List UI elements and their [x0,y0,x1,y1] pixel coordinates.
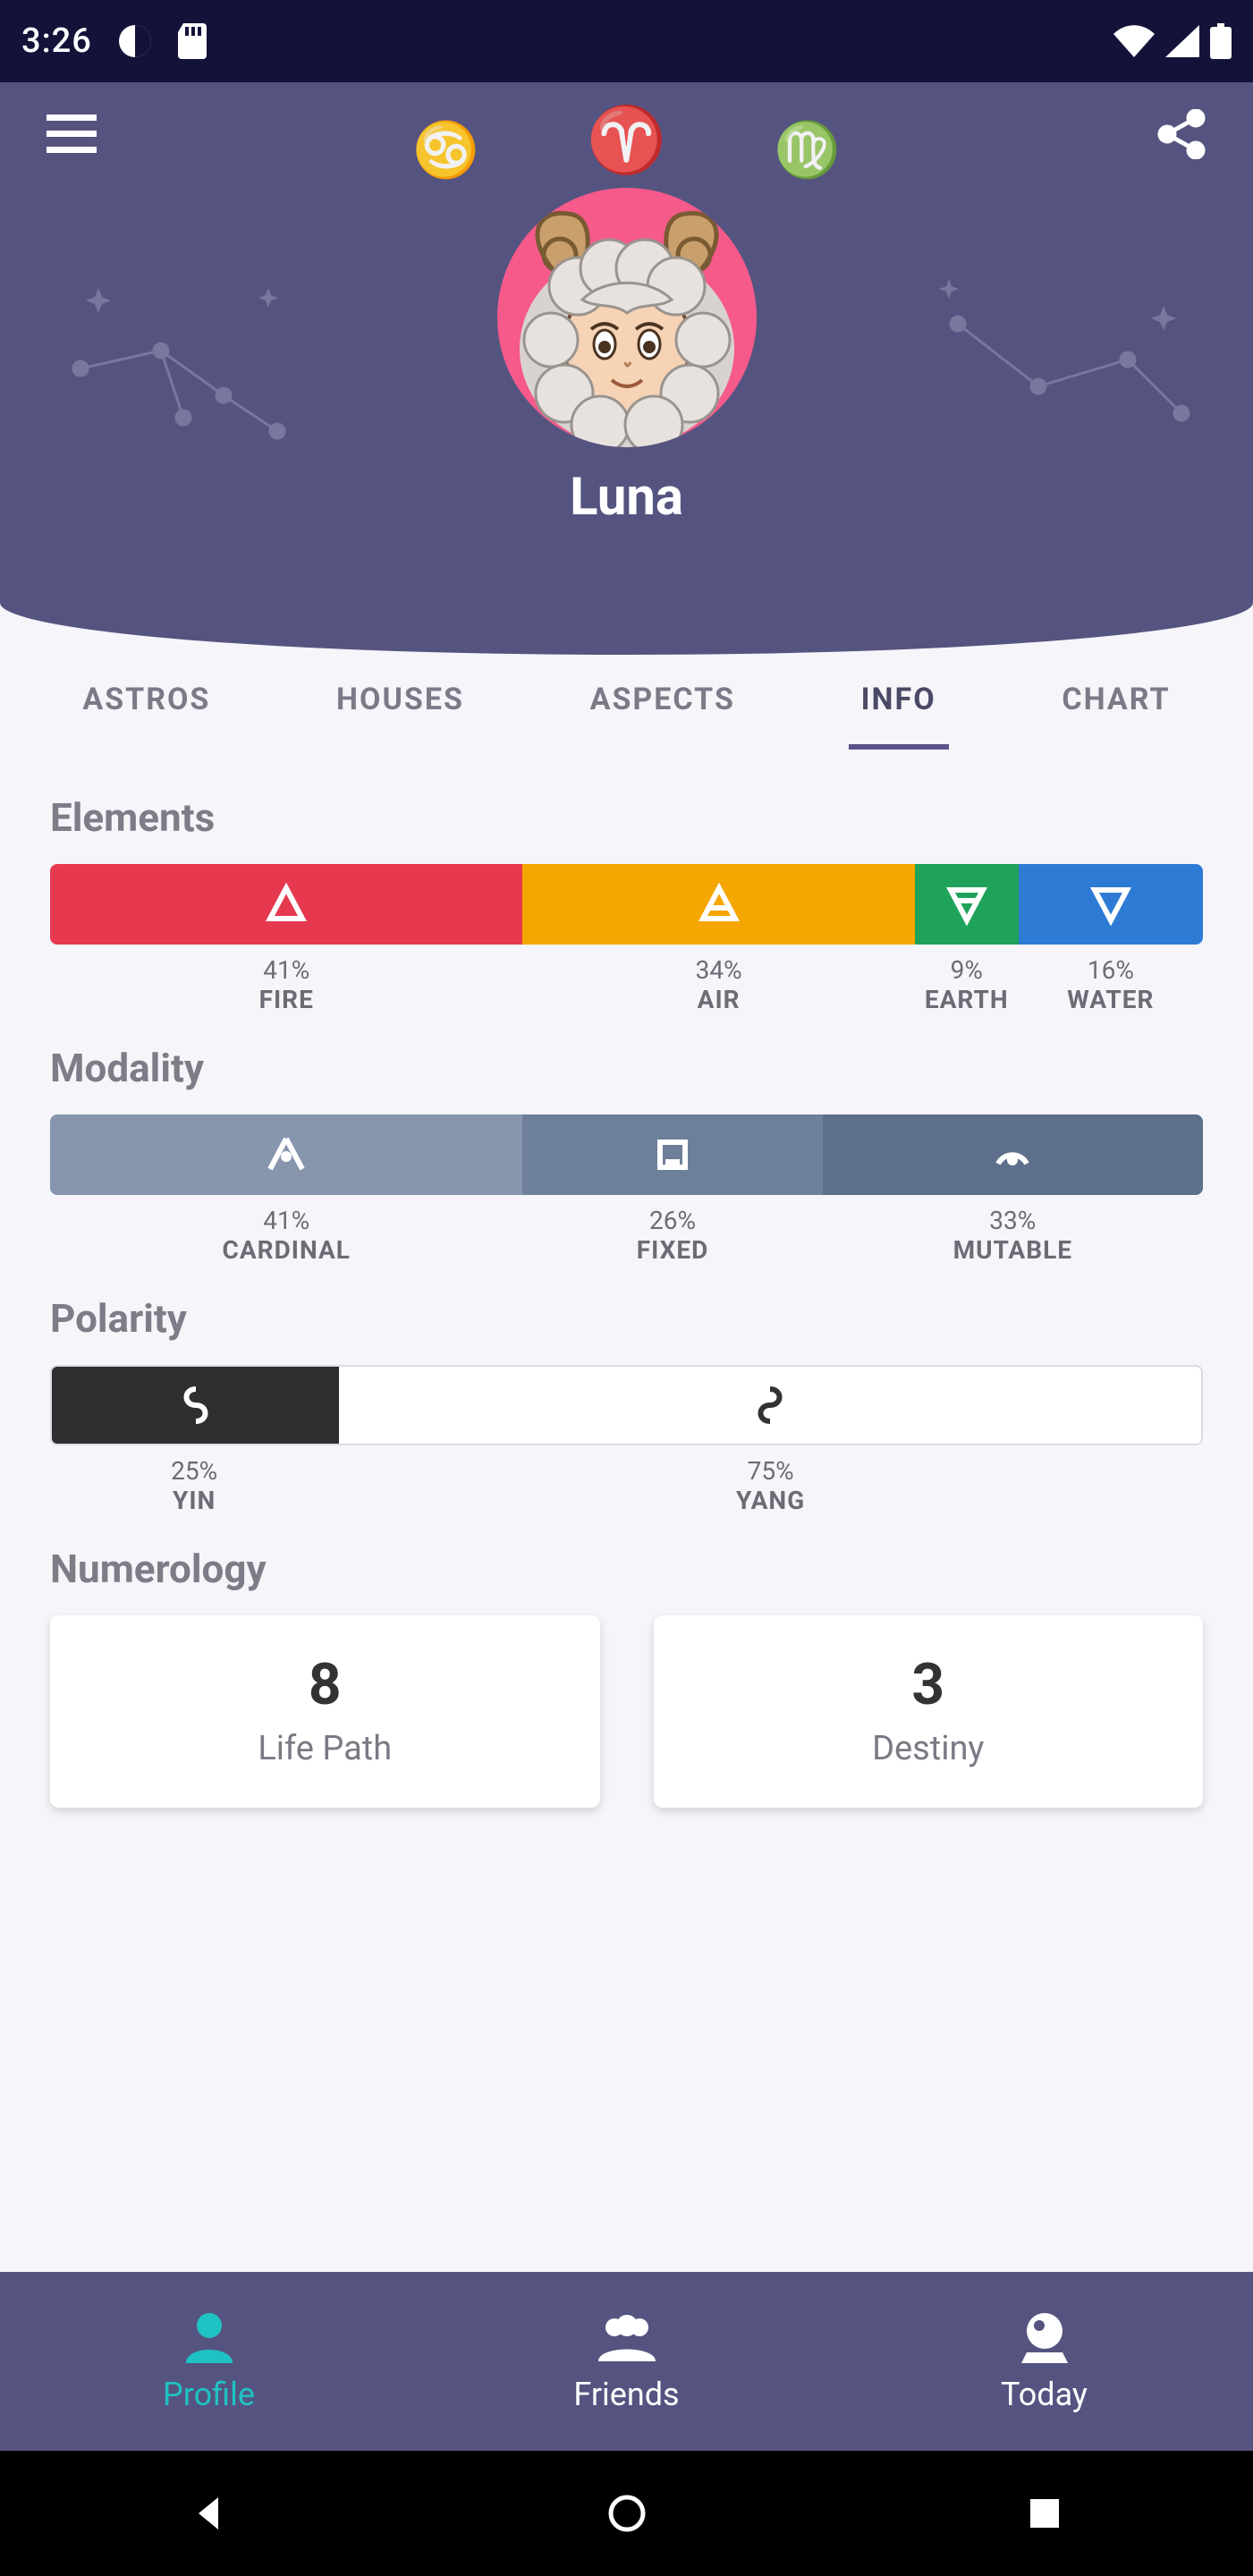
modality-cardinal-label: 41% CARDINAL [50,1206,522,1265]
tab-astros[interactable]: ASTROS [70,657,223,750]
header-topbar [0,89,1253,179]
nav-profile[interactable]: Profile [0,2272,418,2451]
statusbar: 3:26 [0,0,1253,82]
section-elements: Elements 41% FIRE [50,794,1203,1014]
sd-card-icon [178,23,208,59]
android-recents-button[interactable] [1000,2487,1089,2540]
avatar[interactable] [497,188,757,447]
modality-cardinal-segment[interactable] [50,1114,522,1195]
modality-fixed-segment[interactable] [522,1114,822,1195]
header: ♋ ♈ ♍ [0,82,1253,655]
elements-bar [50,864,1203,945]
modality-bar [50,1114,1203,1195]
section-numerology: Numerology 8 Life Path 3 Destiny [50,1546,1203,1808]
constellation-decoration-left [45,261,331,479]
nav-friends[interactable]: Friends [418,2272,835,2451]
header-wrap: ♋ ♈ ♍ [0,82,1253,655]
element-earth-label: 9% EARTH [915,955,1019,1014]
modality-labels: 41% CARDINAL 26% FIXED 33% MUTABLE [50,1206,1203,1265]
tab-chart[interactable]: CHART [1049,657,1182,750]
polarity-yin-label: 25% YIN [50,1456,338,1515]
crystal-ball-icon [1012,2309,1077,2367]
element-earth-segment[interactable] [915,864,1019,945]
android-nav-bar [0,2451,1253,2576]
numerology-life-path-card[interactable]: 8 Life Path [50,1615,600,1808]
element-air-label: 34% AIR [522,955,914,1014]
wifi-icon [1113,25,1155,57]
numerology-destiny-value: 3 [672,1651,1186,1718]
elements-title: Elements [50,794,1203,841]
elements-labels: 41% FIRE 34% AIR 9% EARTH 16% WATER [50,955,1203,1014]
content[interactable]: Elements 41% FIRE [0,751,1253,2272]
nav-today-label: Today [1001,2376,1088,2413]
polarity-bar [50,1365,1203,1445]
polarity-yang-label: 75% YANG [338,1456,1203,1515]
bottom-nav: Profile Friends Today [0,2272,1253,2451]
modality-title: Modality [50,1045,1203,1091]
tabs: ASTROS HOUSES ASPECTS INFO CHART [0,655,1253,751]
people-icon [595,2309,659,2367]
tab-info[interactable]: INFO [849,657,949,750]
pie-icon [117,23,153,59]
element-water-segment[interactable] [1019,864,1203,945]
person-icon [177,2309,241,2367]
numerology-destiny-caption: Destiny [672,1729,1186,1768]
element-fire-label: 41% FIRE [50,955,522,1014]
polarity-title: Polarity [50,1295,1203,1342]
section-polarity: Polarity 25% YIN 75% YANG [50,1295,1203,1515]
numerology-cards: 8 Life Path 3 Destiny [50,1615,1203,1808]
element-water-label: 16% WATER [1019,955,1203,1014]
tab-houses[interactable]: HOUSES [324,657,477,750]
nav-profile-label: Profile [163,2376,255,2413]
numerology-destiny-card[interactable]: 3 Destiny [654,1615,1204,1808]
android-home-button[interactable] [582,2487,672,2540]
polarity-labels: 25% YIN 75% YANG [50,1456,1203,1515]
android-back-button[interactable] [165,2487,254,2540]
element-air-segment[interactable] [522,864,914,945]
constellation-decoration-right [913,270,1199,488]
battery-icon [1210,23,1232,59]
numerology-title: Numerology [50,1546,1203,1592]
nav-friends-label: Friends [573,2376,679,2413]
screen: 3:26 [0,0,1253,2576]
cell-signal-icon [1165,25,1199,57]
modality-mutable-label: 33% MUTABLE [823,1206,1203,1265]
share-button[interactable] [1146,98,1217,170]
tab-aspects[interactable]: ASPECTS [578,657,748,750]
polarity-yin-segment[interactable] [52,1367,339,1444]
statusbar-clock: 3:26 [21,21,92,61]
numerology-life-path-value: 8 [68,1651,582,1718]
modality-mutable-segment[interactable] [823,1114,1203,1195]
menu-button[interactable] [36,98,107,170]
element-fire-segment[interactable] [50,864,522,945]
modality-fixed-label: 26% FIXED [522,1206,822,1265]
section-modality: Modality 41% CARDINAL 26% [50,1045,1203,1265]
nav-today[interactable]: Today [835,2272,1253,2451]
polarity-yang-segment[interactable] [339,1367,1201,1444]
numerology-life-path-caption: Life Path [68,1729,582,1768]
